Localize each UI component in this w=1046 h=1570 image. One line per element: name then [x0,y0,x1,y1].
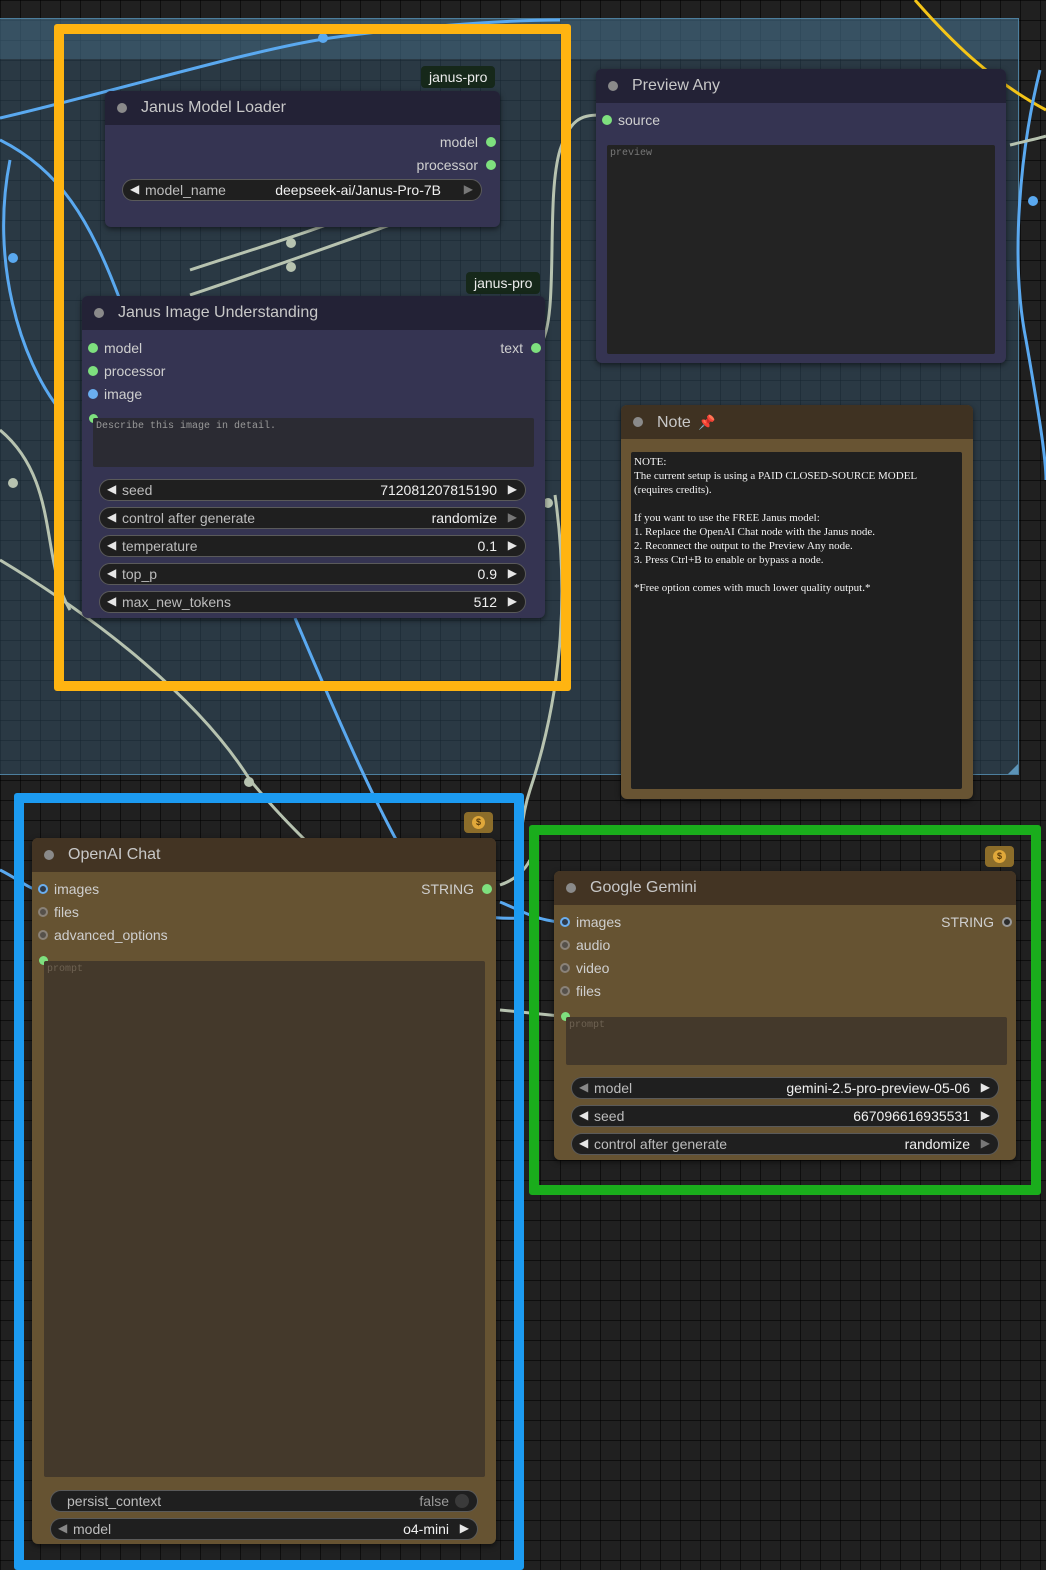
preview-any-node[interactable]: Preview Any source preview [596,69,1006,363]
highlight-box-green [529,825,1041,1195]
node-title[interactable]: Note 📌 [621,405,973,439]
highlight-box-blue [14,793,524,1570]
collapse-dot-icon[interactable] [608,81,618,91]
node-title-text: Preview Any [632,77,721,94]
input-source[interactable]: source [596,110,660,130]
link-blue-5 [1016,69,1046,481]
reroute-dot [244,777,254,787]
node-title[interactable]: Preview Any [596,69,1006,103]
highlight-box-yellow [54,24,571,691]
input-socket-icon[interactable] [602,115,612,125]
pushpin-icon: 📌 [698,414,716,430]
preview-textarea[interactable]: preview [607,145,995,354]
group-resize-handle[interactable] [1008,764,1018,774]
note-textarea[interactable]: NOTE: The current setup is using a PAID … [631,452,962,789]
reroute-dot [1028,196,1038,206]
note-node[interactable]: Note 📌 NOTE: The current setup is using … [621,405,973,799]
input-label: source [618,112,661,128]
collapse-dot-icon[interactable] [633,417,643,427]
node-title-text: Note [657,414,691,431]
